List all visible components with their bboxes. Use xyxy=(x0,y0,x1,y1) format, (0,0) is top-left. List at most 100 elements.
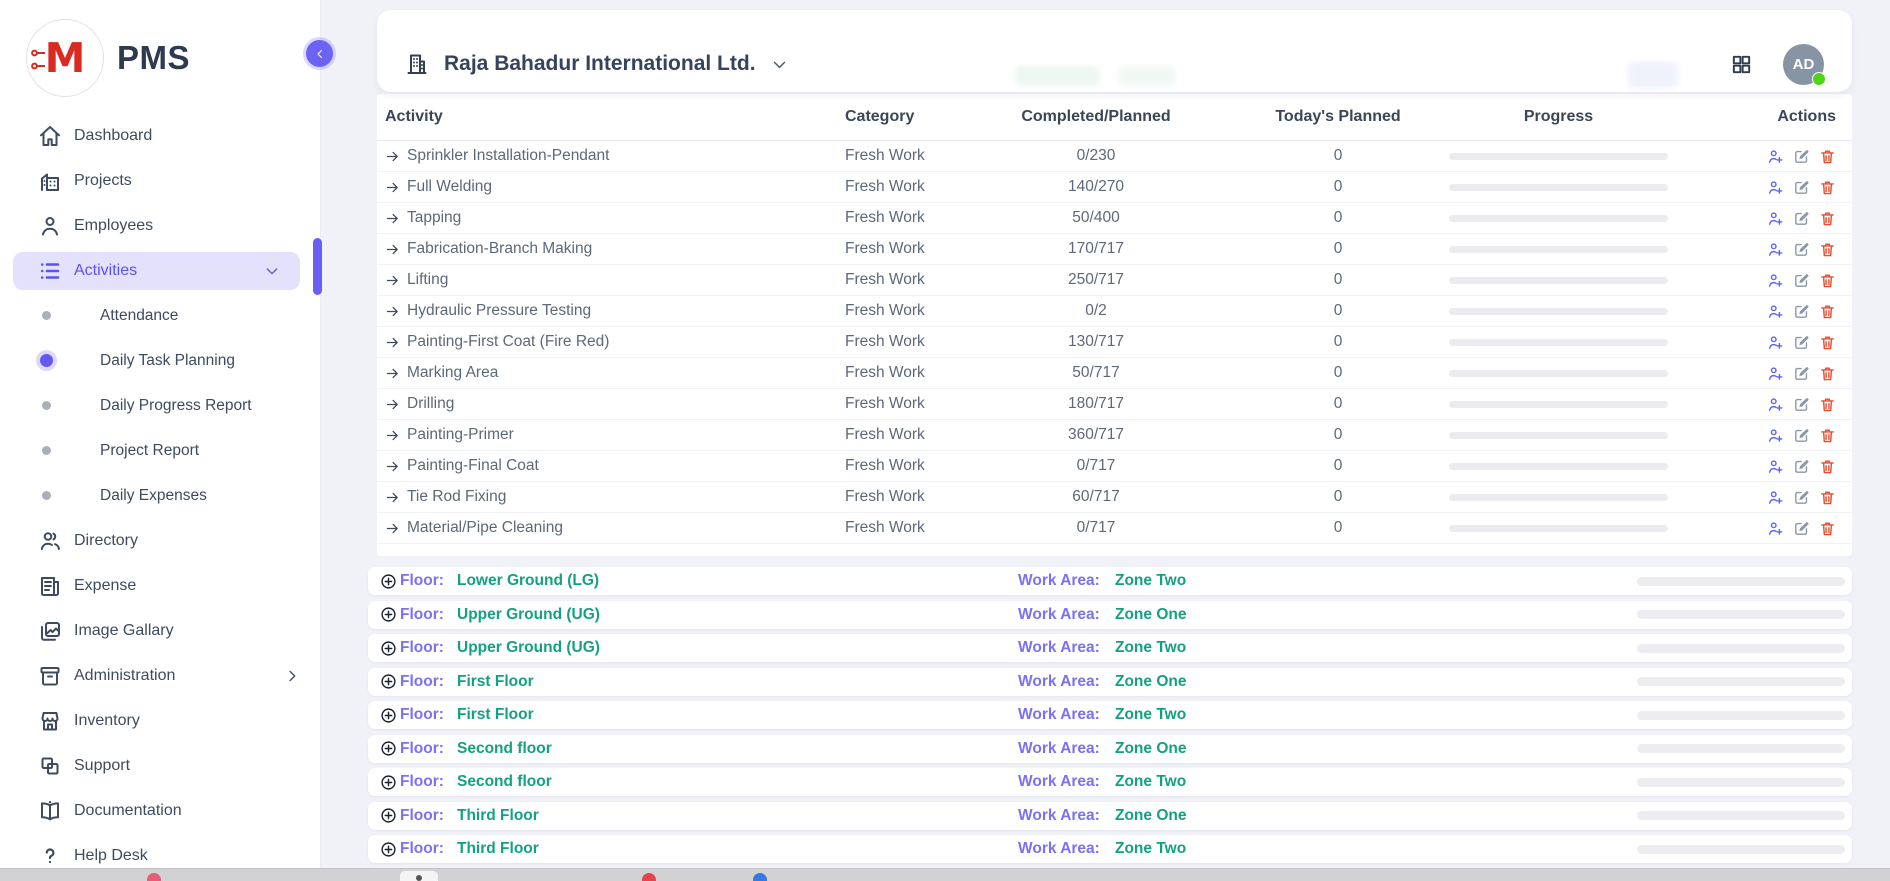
floor-label: Floor: xyxy=(400,768,444,796)
sidebar-item-image-gallary[interactable]: Image Gallary xyxy=(0,608,320,653)
completed-planned-value: 0/717 xyxy=(1016,513,1176,543)
delete-button[interactable] xyxy=(1819,365,1836,382)
assign-user-button[interactable] xyxy=(1767,458,1784,475)
edit-button[interactable] xyxy=(1793,241,1810,258)
delete-button[interactable] xyxy=(1819,179,1836,196)
edit-button[interactable] xyxy=(1793,179,1810,196)
expand-plus-icon[interactable] xyxy=(380,573,397,590)
table-header-row: Activity Category Completed/Planned Toda… xyxy=(377,94,1852,141)
work-area-name: Zone One xyxy=(1115,802,1186,830)
apps-grid-icon[interactable] xyxy=(1730,53,1753,76)
progress-cell xyxy=(1449,513,1668,543)
work-area-name: Zone Two xyxy=(1115,567,1186,595)
delete-button[interactable] xyxy=(1819,489,1836,506)
edit-button[interactable] xyxy=(1793,148,1810,165)
completed-planned-value: 60/717 xyxy=(1016,482,1176,512)
expand-plus-icon[interactable] xyxy=(380,606,397,623)
floor-row-first-floor-zone-two[interactable]: Floor: First Floor Work Area: Zone Two xyxy=(368,701,1852,729)
sidebar-item-expense[interactable]: Expense xyxy=(0,563,320,608)
submenu-item-daily-progress-report[interactable]: Daily Progress Report xyxy=(0,383,320,428)
assign-user-button[interactable] xyxy=(1767,303,1784,320)
arrow-right-icon xyxy=(385,397,400,412)
delete-button[interactable] xyxy=(1819,520,1836,537)
assign-user-button[interactable] xyxy=(1767,210,1784,227)
sidebar-item-projects[interactable]: Projects xyxy=(0,158,320,203)
floor-row-upper-ground-ug-zone-two[interactable]: Floor: Upper Ground (UG) Work Area: Zone… xyxy=(368,634,1852,662)
delete-button[interactable] xyxy=(1819,303,1836,320)
edit-button[interactable] xyxy=(1793,334,1810,351)
expand-plus-icon[interactable] xyxy=(380,774,397,791)
assign-user-button[interactable] xyxy=(1767,365,1784,382)
sidebar-item-dashboard[interactable]: Dashboard xyxy=(0,113,320,158)
chevron-down-icon[interactable] xyxy=(771,56,788,73)
sidebar-item-administration[interactable]: Administration xyxy=(0,653,320,698)
edit-button[interactable] xyxy=(1793,210,1810,227)
sidebar-item-inventory[interactable]: Inventory xyxy=(0,698,320,743)
sidebar-item-documentation[interactable]: Documentation xyxy=(0,788,320,833)
assign-user-button[interactable] xyxy=(1767,179,1784,196)
floor-row-upper-ground-ug-zone-one[interactable]: Floor: Upper Ground (UG) Work Area: Zone… xyxy=(368,601,1852,629)
assign-user-button[interactable] xyxy=(1767,272,1784,289)
arrow-right-icon xyxy=(385,304,400,319)
edit-button[interactable] xyxy=(1793,520,1810,537)
assign-user-button[interactable] xyxy=(1767,148,1784,165)
edit-button[interactable] xyxy=(1793,303,1810,320)
delete-button[interactable] xyxy=(1819,210,1836,227)
submenu-item-project-report[interactable]: Project Report xyxy=(0,428,320,473)
edit-button[interactable] xyxy=(1793,272,1810,289)
delete-button[interactable] xyxy=(1819,334,1836,351)
edit-button[interactable] xyxy=(1793,396,1810,413)
delete-button[interactable] xyxy=(1819,241,1836,258)
bullet-dot-icon xyxy=(40,354,53,367)
floor-row-second-floor-zone-two[interactable]: Floor: Second floor Work Area: Zone Two xyxy=(368,768,1852,796)
expand-plus-icon[interactable] xyxy=(380,740,397,757)
floor-row-second-floor-zone-one[interactable]: Floor: Second floor Work Area: Zone One xyxy=(368,735,1852,763)
assign-user-button[interactable] xyxy=(1767,334,1784,351)
edit-button[interactable] xyxy=(1793,365,1810,382)
delete-button[interactable] xyxy=(1819,148,1836,165)
activity-name: Painting-First Coat (Fire Red) xyxy=(407,333,609,351)
sidebar-item-employees[interactable]: Employees xyxy=(0,203,320,248)
edit-button[interactable] xyxy=(1793,489,1810,506)
sidebar-item-directory[interactable]: Directory xyxy=(0,518,320,563)
delete-button[interactable] xyxy=(1819,396,1836,413)
progress-track xyxy=(1449,401,1668,408)
activity-category: Fresh Work xyxy=(845,234,925,264)
activity-row-painting-primer: Painting-Primer Fresh Work 360/717 0 xyxy=(377,420,1852,451)
floor-row-first-floor-zone-one[interactable]: Floor: First Floor Work Area: Zone One xyxy=(368,668,1852,696)
expand-plus-icon[interactable] xyxy=(380,673,397,690)
expand-plus-icon[interactable] xyxy=(380,807,397,824)
submenu-item-attendance[interactable]: Attendance xyxy=(0,293,320,338)
sidebar-item-activities[interactable]: Activities xyxy=(13,252,300,290)
work-area-name: Zone Two xyxy=(1115,768,1186,796)
expand-plus-icon[interactable] xyxy=(380,640,397,657)
avatar-initials: AD xyxy=(1793,56,1815,73)
assign-user-button[interactable] xyxy=(1767,520,1784,537)
floor-row-third-floor-zone-one[interactable]: Floor: Third Floor Work Area: Zone One xyxy=(368,802,1852,830)
floor-label: Floor: xyxy=(400,601,444,629)
submenu-item-daily-expenses[interactable]: Daily Expenses xyxy=(0,473,320,518)
expand-plus-icon[interactable] xyxy=(380,707,397,724)
sidebar-collapse-button[interactable] xyxy=(306,40,333,67)
assign-user-button[interactable] xyxy=(1767,489,1784,506)
nav-item-icon xyxy=(38,754,62,778)
company-name[interactable]: Raja Bahadur International Ltd. xyxy=(444,52,756,76)
delete-button[interactable] xyxy=(1819,272,1836,289)
sidebar-item-support[interactable]: Support xyxy=(0,743,320,788)
assign-user-button[interactable] xyxy=(1767,427,1784,444)
floor-row-third-floor-zone-two[interactable]: Floor: Third Floor Work Area: Zone Two xyxy=(368,835,1852,863)
user-avatar[interactable]: AD xyxy=(1783,44,1824,85)
submenu-item-daily-task-planning[interactable]: Daily Task Planning xyxy=(0,338,320,383)
edit-button[interactable] xyxy=(1793,458,1810,475)
delete-button[interactable] xyxy=(1819,458,1836,475)
arrow-right-icon xyxy=(385,242,400,257)
activity-name: Fabrication-Branch Making xyxy=(407,240,592,258)
edit-button[interactable] xyxy=(1793,427,1810,444)
work-area-label: Work Area: xyxy=(1018,668,1100,696)
assign-user-button[interactable] xyxy=(1767,396,1784,413)
expand-plus-icon[interactable] xyxy=(380,841,397,858)
activity-name: Marking Area xyxy=(407,364,498,382)
delete-button[interactable] xyxy=(1819,427,1836,444)
assign-user-button[interactable] xyxy=(1767,241,1784,258)
floor-row-lower-ground-lg-zone-two[interactable]: Floor: Lower Ground (LG) Work Area: Zone… xyxy=(368,567,1852,595)
